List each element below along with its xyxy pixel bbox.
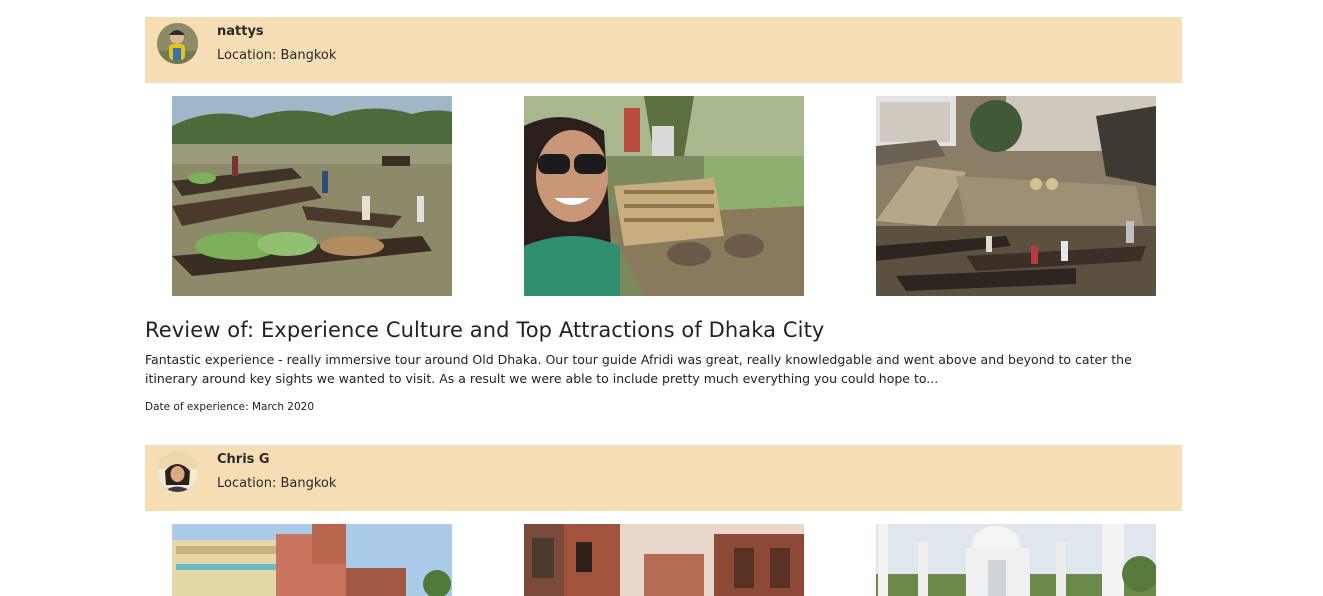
review-photo-colonial-building[interactable]	[172, 524, 452, 596]
page: nattys Location: Bangkok Review of: Expe…	[0, 0, 1323, 596]
reviewer-location: Location: Bangkok	[217, 476, 337, 491]
review-card: Chris G Location: Bangkok	[145, 445, 1182, 596]
review-photos	[145, 524, 1182, 596]
reviewer-header: nattys Location: Bangkok	[145, 17, 1182, 83]
review-photos	[145, 96, 1182, 296]
review-photo-selfie[interactable]	[524, 96, 804, 296]
review-photo-white-mosque[interactable]	[876, 524, 1156, 596]
review-title[interactable]: Review of: Experience Culture and Top At…	[145, 318, 1182, 342]
reviewer-header: Chris G Location: Bangkok	[145, 445, 1182, 511]
review-body: Fantastic experience - really immersive …	[145, 352, 1132, 386]
experience-date: Date of experience: March 2020	[145, 401, 315, 413]
reviewer-avatar[interactable]	[157, 451, 198, 492]
review-photo-floating-market[interactable]	[172, 96, 452, 296]
reviewer-name[interactable]: Chris G	[217, 452, 270, 467]
review-photo-river-ghat[interactable]	[876, 96, 1156, 296]
review-photo-old-street[interactable]	[524, 524, 804, 596]
review-card: nattys Location: Bangkok Review of: Expe…	[145, 17, 1182, 413]
reviewer-location: Location: Bangkok	[217, 48, 337, 63]
reviewer-name[interactable]: nattys	[217, 24, 264, 39]
reviewer-avatar[interactable]	[157, 23, 198, 64]
